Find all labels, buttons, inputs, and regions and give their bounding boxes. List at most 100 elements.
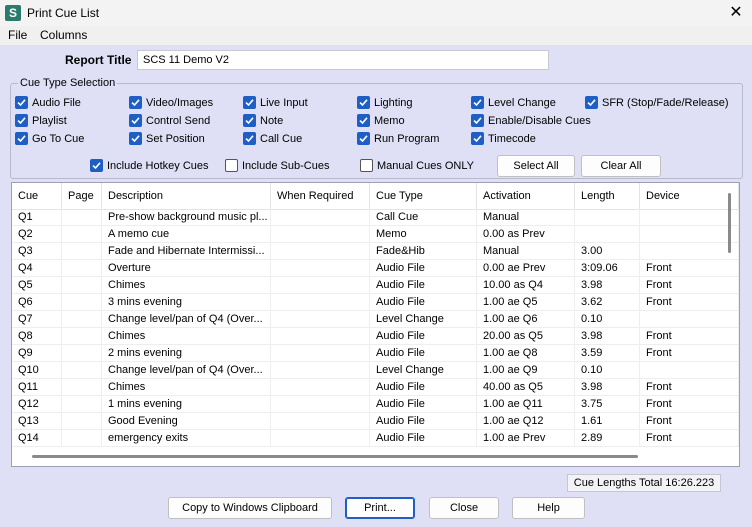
select-all-button[interactable]: Select All — [497, 155, 575, 177]
table-row[interactable]: Q5 Chimes Audio File 10.00 as Q4 3.98 Front — [12, 277, 739, 294]
cue-list-grid[interactable]: Cue Page Description When Required Cue Type A… — [11, 182, 740, 467]
table-cell: 3.62 — [575, 294, 640, 310]
checkbox-checked-icon[interactable] — [357, 132, 370, 145]
column-header-cue-type[interactable]: Cue Type — [370, 183, 477, 209]
checkbox-label: Playlist — [32, 114, 67, 127]
table-cell: Good Evening — [102, 413, 271, 429]
checkbox-live-input[interactable]: Live Input — [243, 95, 308, 110]
report-title-input[interactable]: SCS 11 Demo V2 — [137, 50, 549, 70]
table-cell — [62, 345, 102, 361]
checkbox-video-images[interactable]: Video/Images — [129, 95, 213, 110]
checkbox-lighting[interactable]: Lighting — [357, 95, 413, 110]
column-header-when-required[interactable]: When Required — [271, 183, 370, 209]
checkbox-checked-icon[interactable] — [15, 132, 28, 145]
checkbox-checked-icon[interactable] — [129, 96, 142, 109]
table-row[interactable]: Q1 Pre-show background music pl... Call Cu… — [12, 209, 739, 226]
checkbox-audio-file[interactable]: Audio File — [15, 95, 81, 110]
checkbox-run-program[interactable]: Run Program — [357, 131, 439, 146]
checkbox-unchecked-icon[interactable] — [360, 159, 373, 172]
table-cell — [271, 379, 370, 395]
table-cell: Manual — [477, 243, 575, 259]
column-header-length[interactable]: Length — [575, 183, 640, 209]
checkbox-level-change[interactable]: Level Change — [471, 95, 556, 110]
table-row[interactable]: Q3 Fade and Hibernate Intermissi... Fade&H… — [12, 243, 739, 260]
column-header-description[interactable]: Description — [102, 183, 271, 209]
table-row[interactable]: Q10 Change level/pan of Q4 (Over... Level … — [12, 362, 739, 379]
table-cell — [271, 396, 370, 412]
option-manual-cues-only[interactable]: Manual Cues ONLY — [360, 158, 474, 173]
checkbox-timecode[interactable]: Timecode — [471, 131, 536, 146]
checkbox-checked-icon[interactable] — [357, 114, 370, 127]
checkbox-checked-icon[interactable] — [15, 96, 28, 109]
table-row[interactable]: Q2 A memo cue Memo 0.00 as Prev — [12, 226, 739, 243]
column-header-page[interactable]: Page — [62, 183, 102, 209]
column-header-cue[interactable]: Cue — [12, 183, 62, 209]
checkbox-checked-icon[interactable] — [243, 114, 256, 127]
copy-to-clipboard-button[interactable]: Copy to Windows Clipboard — [168, 497, 332, 519]
menu-bar: File Columns — [0, 26, 752, 45]
checkbox-label: SFR (Stop/Fade/Release) — [602, 96, 729, 109]
menu-columns[interactable]: Columns — [40, 28, 87, 42]
checkbox-sfr-stop-fade-release[interactable]: SFR (Stop/Fade/Release) — [585, 95, 729, 110]
table-cell: Audio File — [370, 430, 477, 446]
table-row[interactable]: Q12 1 mins evening Audio File 1.00 ae Q11 3.… — [12, 396, 739, 413]
checkbox-label: Live Input — [260, 96, 308, 109]
table-cell — [271, 328, 370, 344]
checkbox-control-send[interactable]: Control Send — [129, 113, 210, 128]
clear-all-button[interactable]: Clear All — [581, 155, 661, 177]
close-button[interactable]: Close — [429, 497, 499, 519]
table-cell: Overture — [102, 260, 271, 276]
checkbox-checked-icon[interactable] — [471, 96, 484, 109]
checkbox-playlist[interactable]: Playlist — [15, 113, 67, 128]
checkbox-call-cue[interactable]: Call Cue — [243, 131, 302, 146]
option-include-sub-cues[interactable]: Include Sub-Cues — [225, 158, 329, 173]
help-button[interactable]: Help — [512, 497, 585, 519]
table-cell: Front — [640, 277, 739, 293]
table-row[interactable]: Q7 Change level/pan of Q4 (Over... Level C… — [12, 311, 739, 328]
column-header-device[interactable]: Device — [640, 183, 739, 209]
table-cell: emergency exits — [102, 430, 271, 446]
checkbox-checked-icon[interactable] — [585, 96, 598, 109]
horizontal-scrollbar[interactable] — [32, 455, 638, 458]
table-cell: Audio File — [370, 379, 477, 395]
table-row[interactable]: Q13 Good Evening Audio File 1.00 ae Q12 1.61… — [12, 413, 739, 430]
checkbox-memo[interactable]: Memo — [357, 113, 405, 128]
checkbox-checked-icon[interactable] — [15, 114, 28, 127]
checkbox-checked-icon[interactable] — [471, 114, 484, 127]
checkbox-checked-icon[interactable] — [129, 132, 142, 145]
checkbox-checked-icon[interactable] — [129, 114, 142, 127]
checkbox-checked-icon[interactable] — [243, 96, 256, 109]
column-header-activation[interactable]: Activation — [477, 183, 575, 209]
table-cell — [575, 226, 640, 242]
checkbox-checked-icon[interactable] — [90, 159, 103, 172]
table-cell: Level Change — [370, 311, 477, 327]
checkbox-note[interactable]: Note — [243, 113, 283, 128]
close-icon[interactable]: ✕ — [722, 1, 750, 25]
checkbox-enable-disable-cues[interactable]: Enable/Disable Cues — [471, 113, 591, 128]
checkbox-unchecked-icon[interactable] — [225, 159, 238, 172]
checkbox-go-to-cue[interactable]: Go To Cue — [15, 131, 84, 146]
table-cell: 3.59 — [575, 345, 640, 361]
checkbox-checked-icon[interactable] — [243, 132, 256, 145]
table-row[interactable]: Q8 Chimes Audio File 20.00 as Q5 3.98 Front — [12, 328, 739, 345]
table-cell: Front — [640, 328, 739, 344]
option-include-hotkey-cues[interactable]: Include Hotkey Cues — [90, 158, 209, 173]
table-cell: Chimes — [102, 328, 271, 344]
cue-lengths-total: Cue Lengths Total 16:26.223 — [567, 474, 721, 492]
table-cell — [640, 209, 739, 225]
table-cell — [62, 379, 102, 395]
checkbox-checked-icon[interactable] — [471, 132, 484, 145]
checkbox-label: Video/Images — [146, 96, 214, 109]
table-row[interactable]: Q14 emergency exits Audio File 1.00 ae Prev… — [12, 430, 739, 447]
table-row[interactable]: Q4 Overture Audio File 0.00 ae Prev 3:09.06 F… — [12, 260, 739, 277]
menu-file[interactable]: File — [8, 28, 27, 42]
table-row[interactable]: Q6 3 mins evening Audio File 1.00 ae Q5 3.62… — [12, 294, 739, 311]
checkbox-checked-icon[interactable] — [357, 96, 370, 109]
table-row[interactable]: Q11 Chimes Audio File 40.00 as Q5 3.98 Front — [12, 379, 739, 396]
checkbox-label: Note — [260, 114, 284, 127]
print-button[interactable]: Print... — [345, 497, 415, 519]
table-cell: Memo — [370, 226, 477, 242]
table-row[interactable]: Q9 2 mins evening Audio File 1.00 ae Q8 3.59… — [12, 345, 739, 362]
vertical-scrollbar[interactable] — [728, 193, 731, 253]
checkbox-set-position[interactable]: Set Position — [129, 131, 205, 146]
